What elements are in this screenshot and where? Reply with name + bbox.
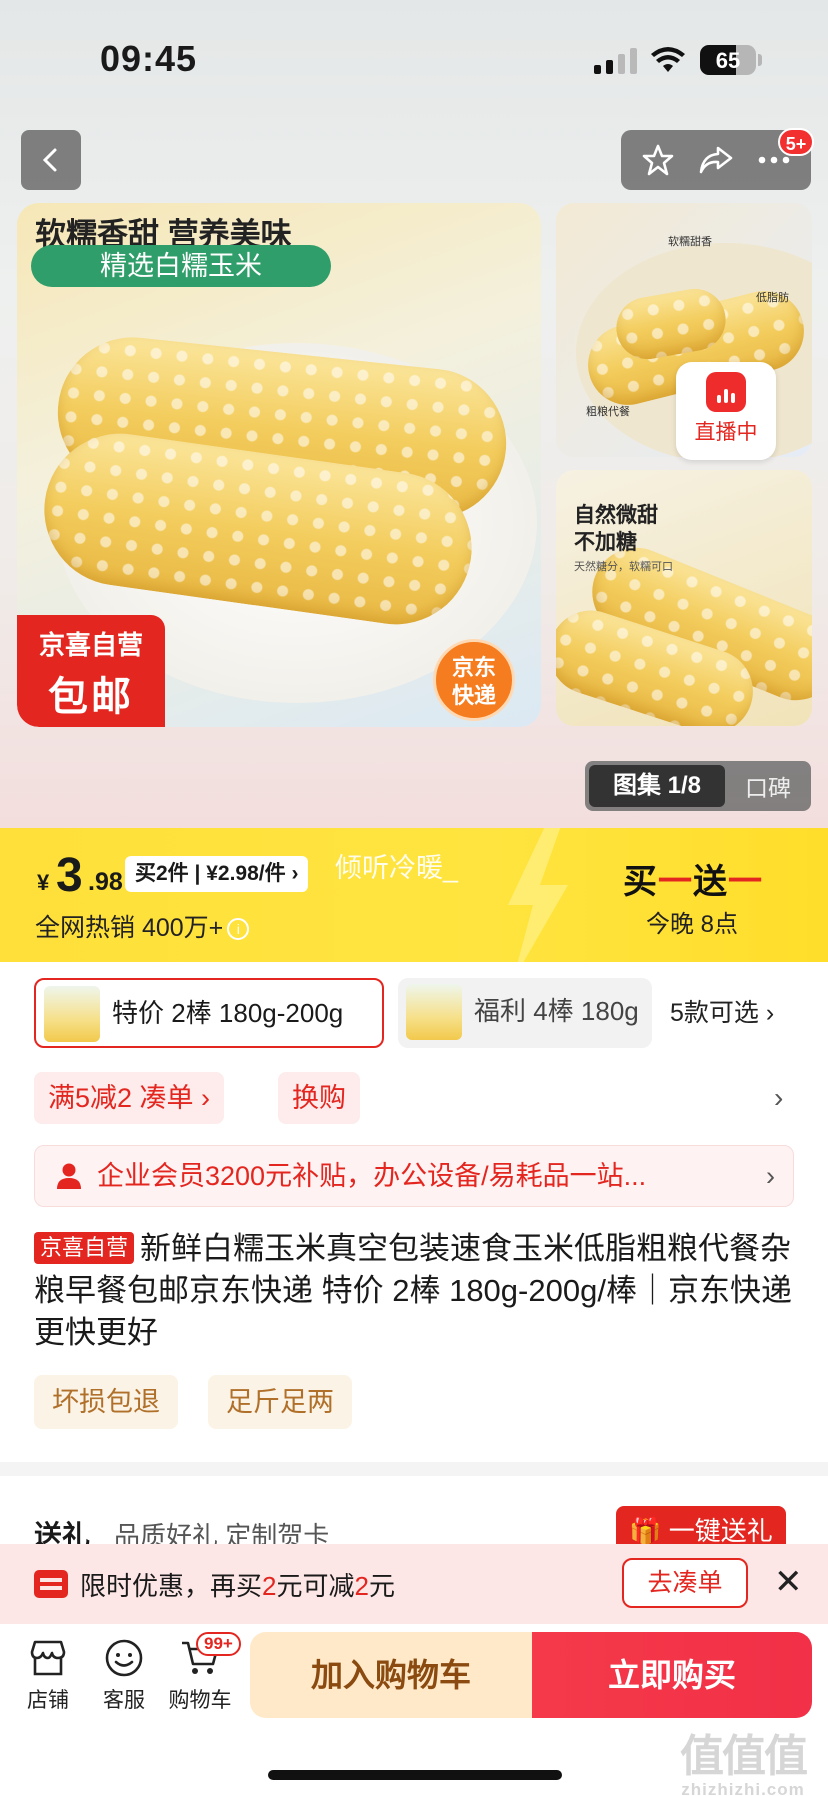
badge-line2: 包邮 <box>48 675 134 719</box>
live-icon <box>706 372 746 412</box>
send-gift-label: 一键送礼 <box>668 1516 773 1546</box>
side2-subtitle: 天然糖分，软糯可口 <box>574 561 673 573</box>
limited-offer-bar: 限时优惠，再买2元可减2元 去凑单 ✕ <box>0 1544 828 1624</box>
sku-thumbnail <box>406 984 462 1040</box>
exchange-promo[interactable]: 换购 <box>278 1072 360 1124</box>
chevron-left-icon <box>42 148 57 172</box>
full-reduction-promo[interactable]: 满5减2 凑单 › <box>34 1072 225 1124</box>
side2-title-line1: 自然微甜 <box>574 504 658 527</box>
hot-sales: 全网热销 400万+ i <box>35 908 250 944</box>
offer-text: 限时优惠，再买2元可减2元 <box>80 1566 395 1603</box>
service-tag-return[interactable]: 坏损包退 <box>34 1375 178 1429</box>
store-icon <box>30 1640 66 1676</box>
more-icon[interactable] <box>757 155 791 165</box>
gallery-switcher: 图集 1/8 口碑 <box>585 761 811 811</box>
battery-icon: 65 <box>700 45 756 75</box>
hot-sales-text: 全网热销 400万+ <box>35 914 224 942</box>
chevron-right-icon: › <box>766 1161 775 1191</box>
offer-amount-2: 2 <box>354 1571 369 1601</box>
tab-service[interactable]: 客服 <box>84 1638 164 1714</box>
price-band: ¥ 3 .98 买2件 | ¥2.98/件 › 倾听冷暖_ 全网热销 400万+… <box>0 828 828 962</box>
sku-option-selected[interactable]: 特价 2棒 180g-200g <box>34 978 384 1048</box>
side-product-image-2[interactable]: 自然微甜 不加糖 天然糖分，软糯可口 <box>556 470 812 726</box>
side-label-1: 软糯甜香 <box>668 236 712 248</box>
product-gallery-hero: 09:45 65 5+ 软糯香甜 营养美味 精选白糯玉米 京喜自营 包邮 京东 … <box>0 0 828 828</box>
price-currency: ¥ <box>37 870 50 895</box>
favorite-star-icon[interactable] <box>641 143 675 177</box>
badge-line1: 京喜自营 <box>38 630 143 660</box>
bogo-dash-2: 一 <box>728 863 763 901</box>
jingxi-selfrun-badge: 京喜自营 包邮 <box>17 615 165 727</box>
bogo-buy: 买 <box>623 863 658 901</box>
jd-express-badge: 京东 快递 <box>433 639 515 721</box>
battery-tip <box>758 54 762 66</box>
tab-store[interactable]: 店铺 <box>8 1638 88 1714</box>
sku-more-button[interactable]: 5款可选 › <box>670 978 774 1048</box>
sku-option-label: 特价 2棒 180g-200g <box>112 998 344 1028</box>
tab-store-label: 店铺 <box>27 1689 69 1712</box>
user-icon <box>57 1163 81 1189</box>
main-image-tag: 精选白糯玉米 <box>31 245 331 287</box>
offer-text-a: 限时优惠，再买 <box>80 1571 263 1601</box>
add-to-cart-button[interactable]: 加入购物车 <box>250 1632 532 1718</box>
offer-text-c: 元 <box>368 1571 395 1601</box>
gallery-tab-reviews[interactable]: 口碑 <box>725 769 811 803</box>
sku-option[interactable]: 福利 4棒 180g <box>398 978 652 1048</box>
bogo-dash-1: 一 <box>658 863 693 901</box>
price-integer: 3 <box>56 849 83 902</box>
sku-thumbnail <box>44 986 100 1042</box>
overlay-text: 倾听冷暖_ <box>335 853 459 883</box>
wifi-icon <box>651 47 685 72</box>
coupon-icon <box>34 1570 68 1598</box>
bogo-promo: 买一送一 <box>623 854 763 903</box>
main-product-image[interactable]: 软糯香甜 营养美味 精选白糯玉米 京喜自营 包邮 京东 快递 <box>17 203 541 727</box>
bogo-give: 送 <box>693 863 728 901</box>
sku-option-label: 福利 4棒 180g <box>474 996 639 1026</box>
multi-buy-tag[interactable]: 买2件 | ¥2.98/件 › <box>125 856 309 892</box>
watermark-url: zhizhizhi.com <box>681 1780 805 1796</box>
product-title: 京喜自营 新鲜白糯玉米真空包装速食玉米低脂粗粮代餐杂粮早餐包邮京东快递 特价 2棒… <box>34 1228 794 1354</box>
more-badge: 5+ <box>778 128 814 156</box>
cart-count-badge: 99+ <box>196 1632 241 1656</box>
live-label: 直播中 <box>694 421 758 444</box>
watermark: 值值值 zhizhizhi.com <box>680 1720 808 1796</box>
status-time: 09:45 <box>100 38 198 79</box>
close-icon[interactable]: ✕ <box>774 1562 803 1602</box>
battery-level: 65 <box>715 48 741 73</box>
gallery-tab-images[interactable]: 图集 1/8 <box>589 765 725 807</box>
product-title-text: 新鲜白糯玉米真空包装速食玉米低脂粗粮代餐杂粮早餐包邮京东快递 特价 2棒 180… <box>34 1231 792 1350</box>
product-info: 特价 2棒 180g-200g 福利 4棒 180g 5款可选 › 满5减2 凑… <box>0 962 828 1462</box>
back-button[interactable] <box>21 130 81 190</box>
home-indicator[interactable] <box>268 1770 562 1780</box>
live-stream-button[interactable]: 直播中 <box>676 362 776 460</box>
offer-text-b: 元可减 <box>276 1571 355 1601</box>
buy-now-button[interactable]: 立即购买 <box>532 1632 812 1718</box>
status-bar: 09:45 65 <box>0 0 828 120</box>
signal-icon <box>594 48 637 74</box>
promo-time: 今晚 8点 <box>646 911 739 938</box>
side2-title-line2: 不加糖 <box>574 531 637 554</box>
tab-service-label: 客服 <box>103 1689 145 1712</box>
side2-title: 自然微甜 不加糖 <box>574 502 658 556</box>
side-label-3: 粗粮代餐 <box>586 406 630 418</box>
price-decimal: .98 <box>88 868 123 896</box>
self-run-tag: 京喜自营 <box>34 1232 135 1264</box>
gift-icon: 🎁 <box>629 1516 662 1546</box>
share-icon[interactable] <box>698 144 734 176</box>
customer-service-icon <box>105 1639 143 1677</box>
watermark-logo: 值值值 <box>680 1732 808 1781</box>
service-tag-weight[interactable]: 足斤足两 <box>208 1375 352 1429</box>
express-line1: 京东 <box>451 655 496 680</box>
enterprise-member-banner[interactable]: 企业会员3200元补贴，办公设备/易耗品一站... › <box>34 1145 794 1207</box>
side-label-2: 低脂肪 <box>756 292 789 304</box>
offer-amount-1: 2 <box>262 1571 277 1601</box>
add-on-items-button[interactable]: 去凑单 <box>622 1558 748 1608</box>
express-line2: 快递 <box>451 683 496 708</box>
lightning-icon <box>508 828 568 962</box>
tab-cart-label: 购物车 <box>168 1689 232 1712</box>
info-icon[interactable]: i <box>227 918 250 941</box>
chevron-right-icon[interactable]: › <box>774 1082 783 1114</box>
member-text: 企业会员3200元补贴，办公设备/易耗品一站... <box>97 1161 647 1191</box>
